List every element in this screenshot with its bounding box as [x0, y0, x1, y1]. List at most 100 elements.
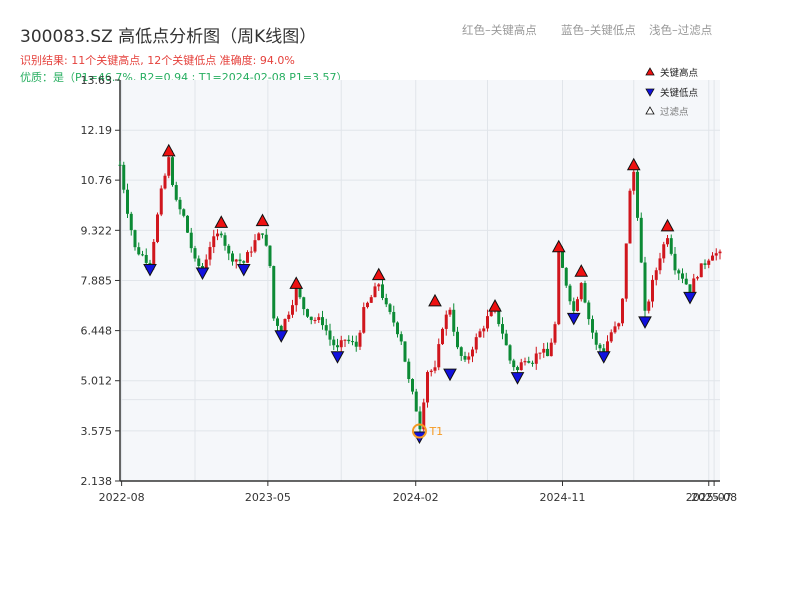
candle-body [471, 349, 474, 357]
candle-body [677, 270, 681, 274]
candle-body [219, 233, 223, 236]
candle-body [171, 157, 174, 186]
candle-body [643, 262, 647, 311]
candle-body [291, 305, 294, 315]
candle-body [696, 277, 699, 279]
candle-body [403, 341, 407, 362]
candle-body [137, 247, 141, 255]
candle-body [238, 259, 242, 262]
candle-body [174, 185, 178, 200]
candle-body [444, 314, 448, 329]
candle-body [452, 309, 456, 332]
candle-body [302, 297, 306, 310]
candle-body [186, 215, 189, 233]
candle-body [249, 251, 253, 253]
candle-body [167, 157, 171, 176]
candle-body [268, 245, 272, 267]
candle-body [396, 322, 399, 335]
candle-body [624, 243, 628, 299]
candle-body [463, 355, 467, 360]
candle-body [579, 283, 583, 300]
candle-body [531, 362, 534, 364]
candle-body [621, 298, 624, 324]
candle-body [486, 316, 489, 329]
candle-body [227, 245, 231, 254]
candle-body [553, 324, 557, 343]
candle-body [613, 326, 617, 333]
candle-body [182, 209, 186, 216]
legend-label: 过滤点 [660, 106, 689, 118]
candle-body [309, 316, 313, 321]
candle-body [426, 372, 429, 403]
candle-body [467, 356, 471, 360]
candle-body [681, 273, 684, 279]
candle-body [568, 285, 572, 302]
candle-body [336, 345, 339, 348]
candle-body [253, 240, 257, 252]
candle-body [636, 171, 639, 218]
candle-body [561, 251, 564, 268]
candle-body [707, 260, 711, 265]
candle-body [347, 339, 351, 342]
candle-body [609, 332, 613, 342]
y-tick-label: 10.76 [81, 174, 113, 187]
candle-body [504, 333, 508, 346]
candle-body [583, 283, 587, 303]
candle-body [673, 253, 677, 271]
y-tick-label: 12.19 [81, 124, 113, 137]
candle-body [234, 259, 238, 262]
candle-body [527, 361, 531, 363]
candle-body [523, 361, 527, 363]
candle-body [294, 288, 298, 306]
candle-body [519, 362, 523, 371]
candle-body [429, 370, 433, 373]
candle-body [283, 318, 287, 332]
candle-body [433, 367, 437, 371]
candle-body [264, 234, 268, 246]
candle-body [343, 339, 347, 341]
candle-body [591, 319, 594, 333]
candle-body [703, 263, 707, 265]
y-tick-label: 13.63 [81, 74, 113, 87]
candle-body [152, 241, 156, 266]
candle-body [324, 325, 328, 331]
x-tick-label: 2024-02 [393, 491, 439, 504]
candle-body [328, 330, 332, 340]
candle-body [684, 278, 688, 285]
x-tick-label: 2024-11 [540, 491, 586, 504]
candle-body [178, 199, 182, 210]
candle-body [598, 344, 602, 349]
candle-body [549, 342, 553, 357]
candle-body [542, 348, 546, 353]
y-tick-label: 6.448 [81, 325, 113, 338]
candle-body [129, 213, 133, 231]
candle-body [332, 339, 336, 346]
candle-body [572, 301, 576, 312]
candle-body [381, 284, 384, 298]
candle-body [126, 189, 129, 214]
candle-body [587, 302, 591, 320]
candle-body [617, 323, 621, 327]
y-tick-label: 3.575 [81, 425, 113, 438]
candle-body [354, 341, 358, 347]
candle-body [437, 344, 441, 368]
candle-body [474, 337, 478, 350]
candle-body [133, 230, 137, 248]
candle-body [163, 175, 167, 189]
candle-body [189, 232, 193, 249]
candle-body [407, 361, 411, 380]
candle-body [594, 332, 598, 345]
candle-body [714, 253, 718, 256]
candle-body [448, 309, 452, 315]
candle-body [662, 244, 666, 259]
candle-body [651, 279, 654, 302]
candle-body [193, 248, 197, 259]
candle-body [647, 301, 651, 311]
candle-body [411, 379, 414, 392]
candle-body [317, 317, 321, 321]
candle-body [276, 318, 279, 326]
candle-body [669, 238, 673, 254]
candle-body [399, 334, 403, 342]
legend-label: 关键高点 [660, 67, 699, 79]
y-tick-label: 7.885 [81, 274, 113, 287]
